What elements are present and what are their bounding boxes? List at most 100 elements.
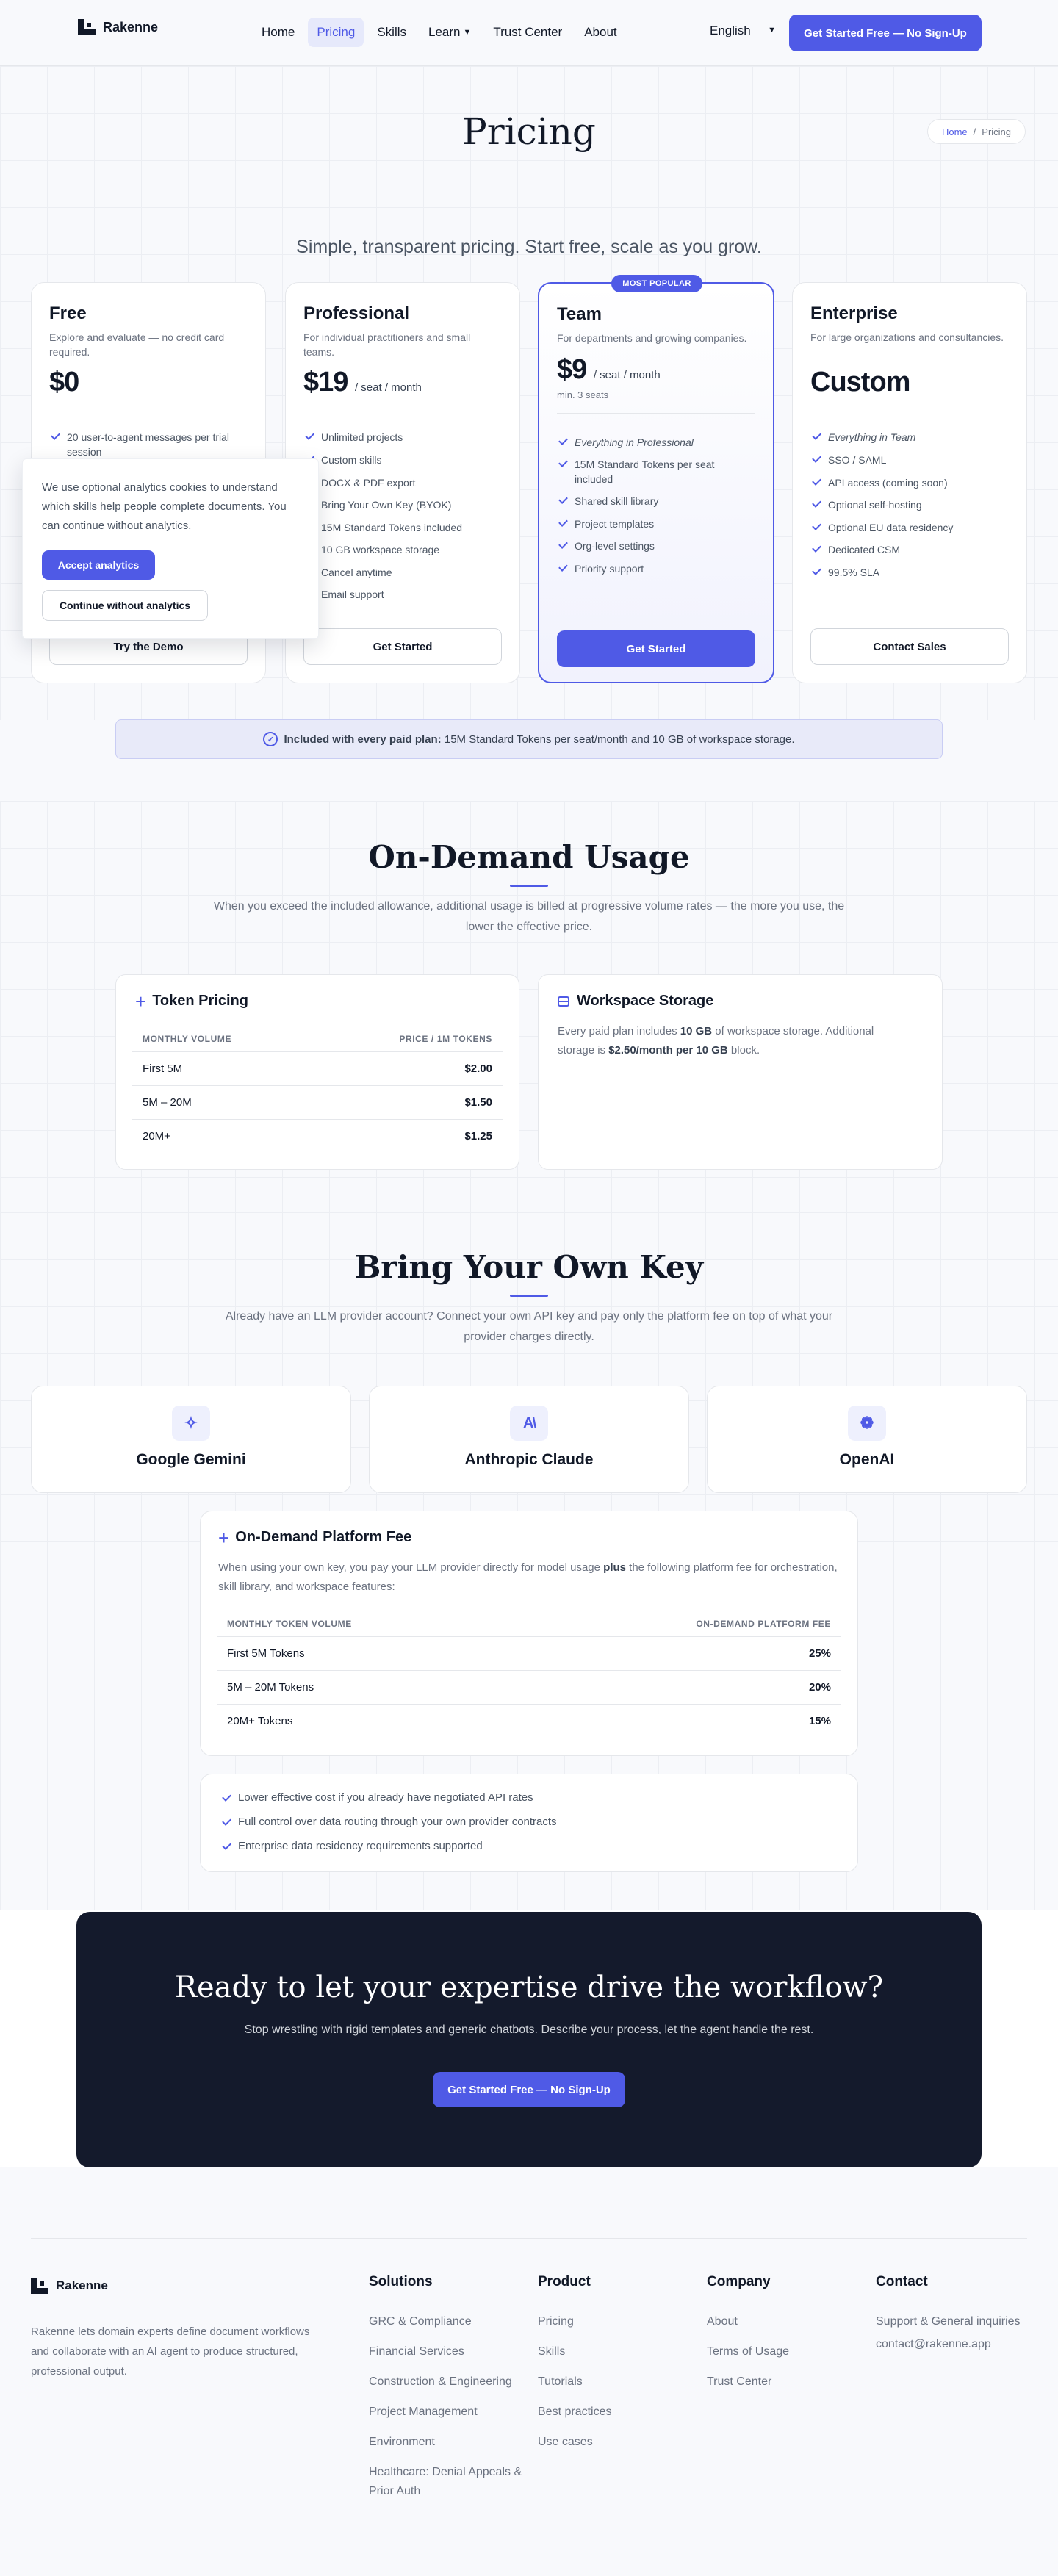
platform-fee-card: + On-Demand Platform Fee When using your… bbox=[200, 1511, 858, 1756]
plan-feature: Optional self-hosting bbox=[810, 497, 1016, 512]
plan-feature: 15M Standard Tokens per seat included bbox=[557, 457, 749, 486]
storage-text: Every paid plan includes 10 GB of worksp… bbox=[558, 1022, 910, 1060]
footer-brand[interactable]: Rakenne bbox=[31, 2278, 108, 2294]
nav-learn[interactable]: Learn ▼ bbox=[420, 18, 480, 47]
nav-trust-center[interactable]: Trust Center bbox=[484, 18, 571, 47]
provider-card-anthropic[interactable]: A\ Anthropic Claude bbox=[369, 1386, 689, 1493]
breadcrumb-home[interactable]: Home bbox=[942, 126, 968, 137]
footer-link[interactable]: Project Management bbox=[369, 2403, 478, 2422]
logo-icon bbox=[31, 2278, 48, 2294]
on-demand-subtitle: When you exceed the included allowance, … bbox=[213, 900, 845, 933]
footer-email-link[interactable]: contact@rakenne.app bbox=[876, 2335, 991, 2354]
cookie-text: We use optional analytics cookies to und… bbox=[42, 481, 287, 532]
plan-name: Professional bbox=[303, 303, 410, 323]
volume-cell: 20M+ Tokens bbox=[227, 1715, 293, 1727]
volume-cell: 20M+ bbox=[143, 1130, 170, 1143]
footer-link[interactable]: Environment bbox=[369, 2433, 435, 2452]
brand-logo[interactable]: Rakenne bbox=[78, 19, 158, 35]
anthropic-icon: A\ bbox=[510, 1406, 548, 1441]
byok-subtitle: Already have an LLM provider account? Co… bbox=[225, 1310, 833, 1343]
plan-feature: Project templates bbox=[557, 517, 763, 531]
footer-link[interactable]: Use cases bbox=[538, 2433, 593, 2452]
volume-cell: 5M – 20M bbox=[143, 1096, 192, 1109]
cta-get-started-button[interactable]: Get Started Free — No Sign-Up bbox=[433, 2072, 625, 2107]
storage-title: Workspace Storage bbox=[577, 993, 714, 1009]
token-pricing-header: + Token Pricing bbox=[135, 992, 248, 1011]
team-get-started-button[interactable]: Get Started bbox=[557, 630, 755, 667]
benefit-item: Lower effective cost if you already have… bbox=[220, 1791, 533, 1804]
language-label: English bbox=[710, 24, 751, 37]
contact-sales-button[interactable]: Contact Sales bbox=[810, 628, 1009, 665]
platform-fee-header: + On-Demand Platform Fee bbox=[218, 1528, 411, 1547]
check-circle-icon: ✓ bbox=[263, 732, 278, 746]
footer-link[interactable]: Tutorials bbox=[538, 2372, 583, 2392]
column-header: ON-DEMAND PLATFORM FEE bbox=[696, 1619, 831, 1629]
volume-cell: 5M – 20M Tokens bbox=[227, 1681, 314, 1694]
volume-cell: First 5M Tokens bbox=[227, 1647, 305, 1660]
plan-feature: Priority support bbox=[557, 561, 763, 576]
plan-feature: Optional EU data residency bbox=[810, 520, 1016, 535]
plan-name: Free bbox=[49, 303, 87, 323]
footer-heading-contact: Contact bbox=[876, 2274, 928, 2289]
chevron-down-icon: ▼ bbox=[463, 28, 472, 37]
footer-link[interactable]: About bbox=[707, 2312, 738, 2331]
price-cell: $1.25 bbox=[464, 1130, 492, 1143]
provider-card-gemini[interactable]: ✧ Google Gemini bbox=[31, 1386, 351, 1493]
nav-pricing[interactable]: Pricing bbox=[308, 18, 364, 47]
breadcrumb-current: Pricing bbox=[982, 126, 1012, 137]
plan-price-unit: / seat / month bbox=[354, 381, 422, 394]
column-header: PRICE / 1M TOKENS bbox=[399, 1034, 492, 1044]
most-popular-badge: MOST POPULAR bbox=[611, 275, 702, 292]
continue-without-analytics-button[interactable]: Continue without analytics bbox=[42, 590, 208, 621]
nav-home[interactable]: Home bbox=[253, 18, 303, 47]
plan-feature: Custom skills bbox=[303, 453, 509, 467]
header-cta-button[interactable]: Get Started Free — No Sign-Up bbox=[789, 15, 982, 51]
footer-link[interactable]: Best practices bbox=[538, 2403, 611, 2422]
nav-skills[interactable]: Skills bbox=[368, 18, 415, 47]
storage-included: 10 GB bbox=[680, 1025, 713, 1037]
table-row: 20M+ Tokens 15% bbox=[217, 1704, 841, 1738]
plan-feature: Cancel anytime bbox=[303, 565, 509, 580]
plan-feature: Org-level settings bbox=[557, 539, 763, 553]
footer-link[interactable]: Financial Services bbox=[369, 2342, 464, 2361]
footer-link[interactable]: Skills bbox=[538, 2342, 565, 2361]
benefit-item: Enterprise data residency requirements s… bbox=[220, 1840, 483, 1852]
included-detail: 15M Standard Tokens per seat/month and 1… bbox=[441, 733, 795, 746]
footer-link[interactable]: Pricing bbox=[538, 2312, 574, 2331]
plan-price-amount: $19 bbox=[303, 367, 348, 397]
price-cell: $2.00 bbox=[464, 1062, 492, 1075]
divider bbox=[31, 2238, 1027, 2239]
plan-feature: Bring Your Own Key (BYOK) bbox=[303, 497, 509, 512]
language-select[interactable]: English ▼ bbox=[710, 24, 776, 38]
brand-name: Rakenne bbox=[56, 2278, 108, 2292]
openai-icon: ❁ bbox=[848, 1406, 886, 1441]
plan-price: Custom bbox=[810, 367, 910, 397]
footer-link[interactable]: Trust Center bbox=[707, 2372, 771, 2392]
accept-analytics-button[interactable]: Accept analytics bbox=[42, 550, 155, 580]
page-title: Pricing bbox=[462, 110, 596, 153]
plan-card-team: MOST POPULAR Team For departments and gr… bbox=[538, 275, 774, 683]
divider bbox=[557, 413, 755, 414]
nav-about[interactable]: About bbox=[575, 18, 625, 47]
sparkle-icon: ✧ bbox=[172, 1406, 210, 1441]
footer-link[interactable]: Terms of Usage bbox=[707, 2342, 789, 2361]
plan-min-seats: min. 3 seats bbox=[557, 389, 609, 400]
plan-feature: Shared skill library bbox=[557, 494, 763, 508]
footer-link[interactable]: Healthcare: Denial Appeals & Prior Auth bbox=[369, 2463, 523, 2501]
database-icon bbox=[558, 996, 569, 1007]
plan-description: For departments and growing companies. bbox=[557, 332, 747, 344]
fee-cell: 25% bbox=[808, 1647, 831, 1660]
provider-card-openai[interactable]: ❁ OpenAI bbox=[707, 1386, 1027, 1493]
table-row: 5M – 20M Tokens 20% bbox=[217, 1670, 841, 1704]
footer-link[interactable]: GRC & Compliance bbox=[369, 2312, 472, 2331]
plan-card-enterprise: Enterprise For large organizations and c… bbox=[792, 282, 1027, 683]
workspace-storage-card: Workspace Storage Every paid plan includ… bbox=[538, 974, 943, 1170]
plan-price: $9 / seat / month bbox=[557, 354, 661, 386]
footer-link[interactable]: Construction & Engineering bbox=[369, 2372, 512, 2392]
site-header: Rakenne Home Pricing Skills Learn ▼ Trust… bbox=[0, 0, 1058, 66]
chevron-down-icon: ▼ bbox=[768, 26, 776, 35]
plan-price-unit: / seat / month bbox=[593, 369, 661, 381]
professional-get-started-button[interactable]: Get Started bbox=[303, 628, 502, 665]
footer-link[interactable]: Support & General inquiries bbox=[876, 2312, 1021, 2331]
plan-feature: 10 GB workspace storage bbox=[303, 542, 509, 557]
